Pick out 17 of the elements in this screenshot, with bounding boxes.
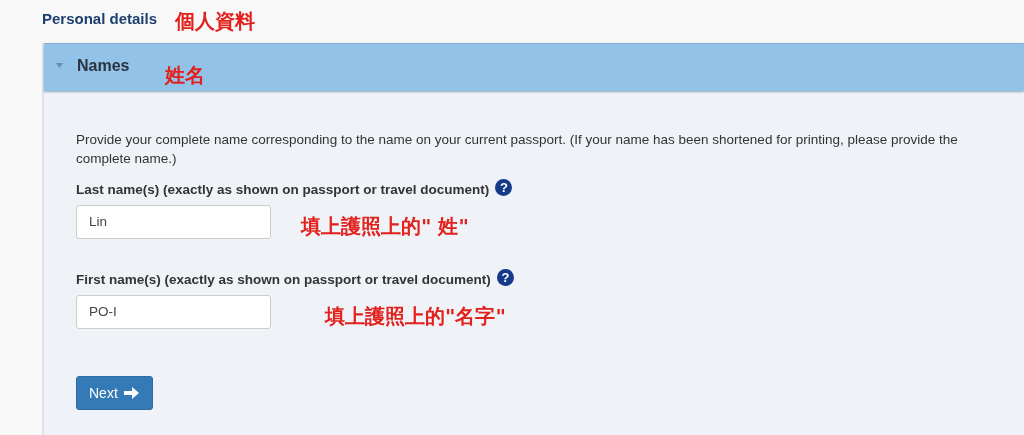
name-input[interactable]: Lin xyxy=(76,204,271,239)
field-label: Last name(s) (exactly as shown on passport or travel document) xyxy=(76,182,490,197)
section-title: Personal details xyxy=(42,10,158,27)
panel-header[interactable]: Names 姓名 xyxy=(44,43,1024,91)
annotation: 姓名 xyxy=(165,62,206,89)
next-button[interactable]: Next xyxy=(76,376,153,410)
annotation: 個人資料 xyxy=(175,8,256,35)
help-icon[interactable]: ? xyxy=(495,178,513,196)
instructions-text: Provide your complete name corresponding to the name on your current passport. (If your name has been shortened for printing, please provide the complete name.) xyxy=(76,131,959,168)
help-icon[interactable]: ? xyxy=(496,268,514,286)
annotation: 填上護照上的"名字" xyxy=(325,303,506,330)
caret-icon xyxy=(56,63,63,68)
panel-title: Names xyxy=(77,57,130,75)
name-input[interactable]: PO-I xyxy=(76,294,271,329)
annotation: 填上護照上的" 姓" xyxy=(301,213,469,240)
field-label: First name(s) (exactly as shown on passport or travel document) xyxy=(76,272,491,287)
arrow-icon xyxy=(123,387,139,399)
